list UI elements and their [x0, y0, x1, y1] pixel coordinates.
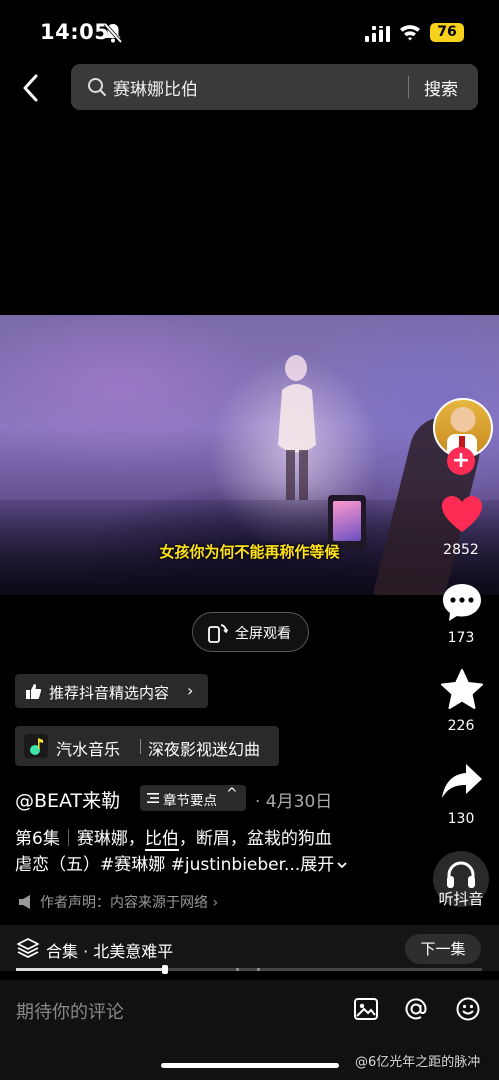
layers-icon: [17, 938, 39, 958]
headphones-icon: [447, 861, 475, 888]
comment-icon[interactable]: [440, 581, 484, 625]
like-count: 2852: [443, 542, 479, 558]
recommend-chip[interactable]: 推荐抖音精选内容 ›: [15, 674, 208, 708]
music-track-name: 深夜影视迷幻曲: [148, 740, 261, 759]
post-date: · 4月30日: [255, 792, 333, 812]
collection-bar[interactable]: 合集 · 北美意难平 下一集: [0, 925, 499, 971]
share-count: 130: [447, 811, 475, 827]
collection-label: 合集 · 北美意难平: [46, 942, 174, 961]
episode-label: 第6集: [15, 829, 60, 849]
weibo-watermark: @6亿光年之距的脉冲: [355, 1055, 481, 1070]
follow-button[interactable]: +: [447, 447, 475, 475]
description-hashtags[interactable]: 虐恋（五）#赛琳娜 #justinbieber...: [15, 855, 300, 875]
description-separator: ｜: [59, 829, 77, 849]
at-mention-icon[interactable]: [403, 996, 429, 1022]
music-app-logo-icon: [24, 734, 48, 758]
chapter-tick: [257, 968, 260, 971]
search-icon: [88, 78, 106, 96]
chevron-down-icon: [337, 862, 347, 869]
author-handle[interactable]: @BEAT来勒: [15, 786, 120, 813]
music-separator: [140, 739, 141, 754]
emoji-icon[interactable]: [455, 996, 481, 1022]
music-app-name: 汽水音乐: [56, 740, 121, 759]
chapter-label: 章节要点: [163, 793, 217, 809]
battery-indicator: 76: [430, 23, 464, 42]
search-input[interactable]: 赛琳娜比伯: [113, 75, 198, 100]
chevron-right-icon: ›: [187, 681, 194, 700]
megaphone-icon: [19, 895, 30, 909]
bell-muted-icon: [103, 22, 123, 44]
audience-phone-screen: [333, 501, 361, 541]
description-part-1: 赛琳娜，: [76, 829, 145, 849]
status-time: 14:05: [40, 20, 110, 44]
performer-figure: [278, 355, 316, 500]
search-button[interactable]: 搜索: [424, 75, 458, 100]
list-icon: [147, 793, 159, 803]
search-highlight[interactable]: 比伯: [144, 829, 179, 851]
description-line-2: 虐恋（五）#赛琳娜 #justinbieber...展开: [15, 852, 348, 879]
comment-count: 173: [447, 630, 475, 646]
heart-icon[interactable]: [440, 493, 484, 537]
search-divider: [408, 76, 409, 98]
next-episode-button[interactable]: 下一集: [405, 934, 481, 964]
back-button[interactable]: [18, 70, 46, 106]
fullscreen-button[interactable]: 全屏观看: [192, 612, 309, 652]
description-part-2: ，断眉，盆栽的狗血: [178, 829, 332, 849]
video-player[interactable]: 女孩你为何不能再称作等候: [0, 315, 499, 595]
thumbs-up-icon: [26, 684, 42, 699]
description-line-1: 第6集｜赛琳娜，比伯，断眉，盆栽的狗血: [15, 826, 332, 853]
star-icon[interactable]: [440, 668, 484, 712]
search-bar[interactable]: 赛琳娜比伯 搜索: [71, 64, 478, 110]
expand-button[interactable]: 展开: [300, 855, 334, 875]
image-icon[interactable]: [353, 996, 379, 1022]
chapter-points-button[interactable]: 章节要点 ^: [140, 785, 246, 811]
rotate-screen-icon: [208, 624, 228, 643]
video-subtitle: 女孩你为何不能再称作等候: [159, 543, 340, 561]
home-indicator[interactable]: [161, 1063, 339, 1068]
chevron-up-icon: ^: [226, 786, 238, 802]
comment-bar: 期待你的评论 @6亿光年之距的脉冲: [0, 980, 499, 1080]
signal-icon: [365, 26, 390, 42]
comment-input[interactable]: 期待你的评论: [16, 998, 124, 1024]
progress-fill: [16, 968, 165, 971]
music-chip[interactable]: 汽水音乐 深夜影视迷幻曲: [15, 726, 279, 766]
progress-handle[interactable]: [162, 965, 168, 974]
listen-label: 听抖音: [438, 890, 484, 908]
favorite-count: 226: [447, 718, 475, 734]
wifi-icon: [400, 25, 420, 41]
author-declaration[interactable]: 作者声明：内容来源于网络 ›: [40, 892, 218, 912]
share-icon[interactable]: [440, 760, 484, 804]
recommend-label: 推荐抖音精选内容: [49, 684, 170, 702]
chapter-tick: [236, 968, 239, 971]
fullscreen-label: 全屏观看: [235, 626, 291, 642]
